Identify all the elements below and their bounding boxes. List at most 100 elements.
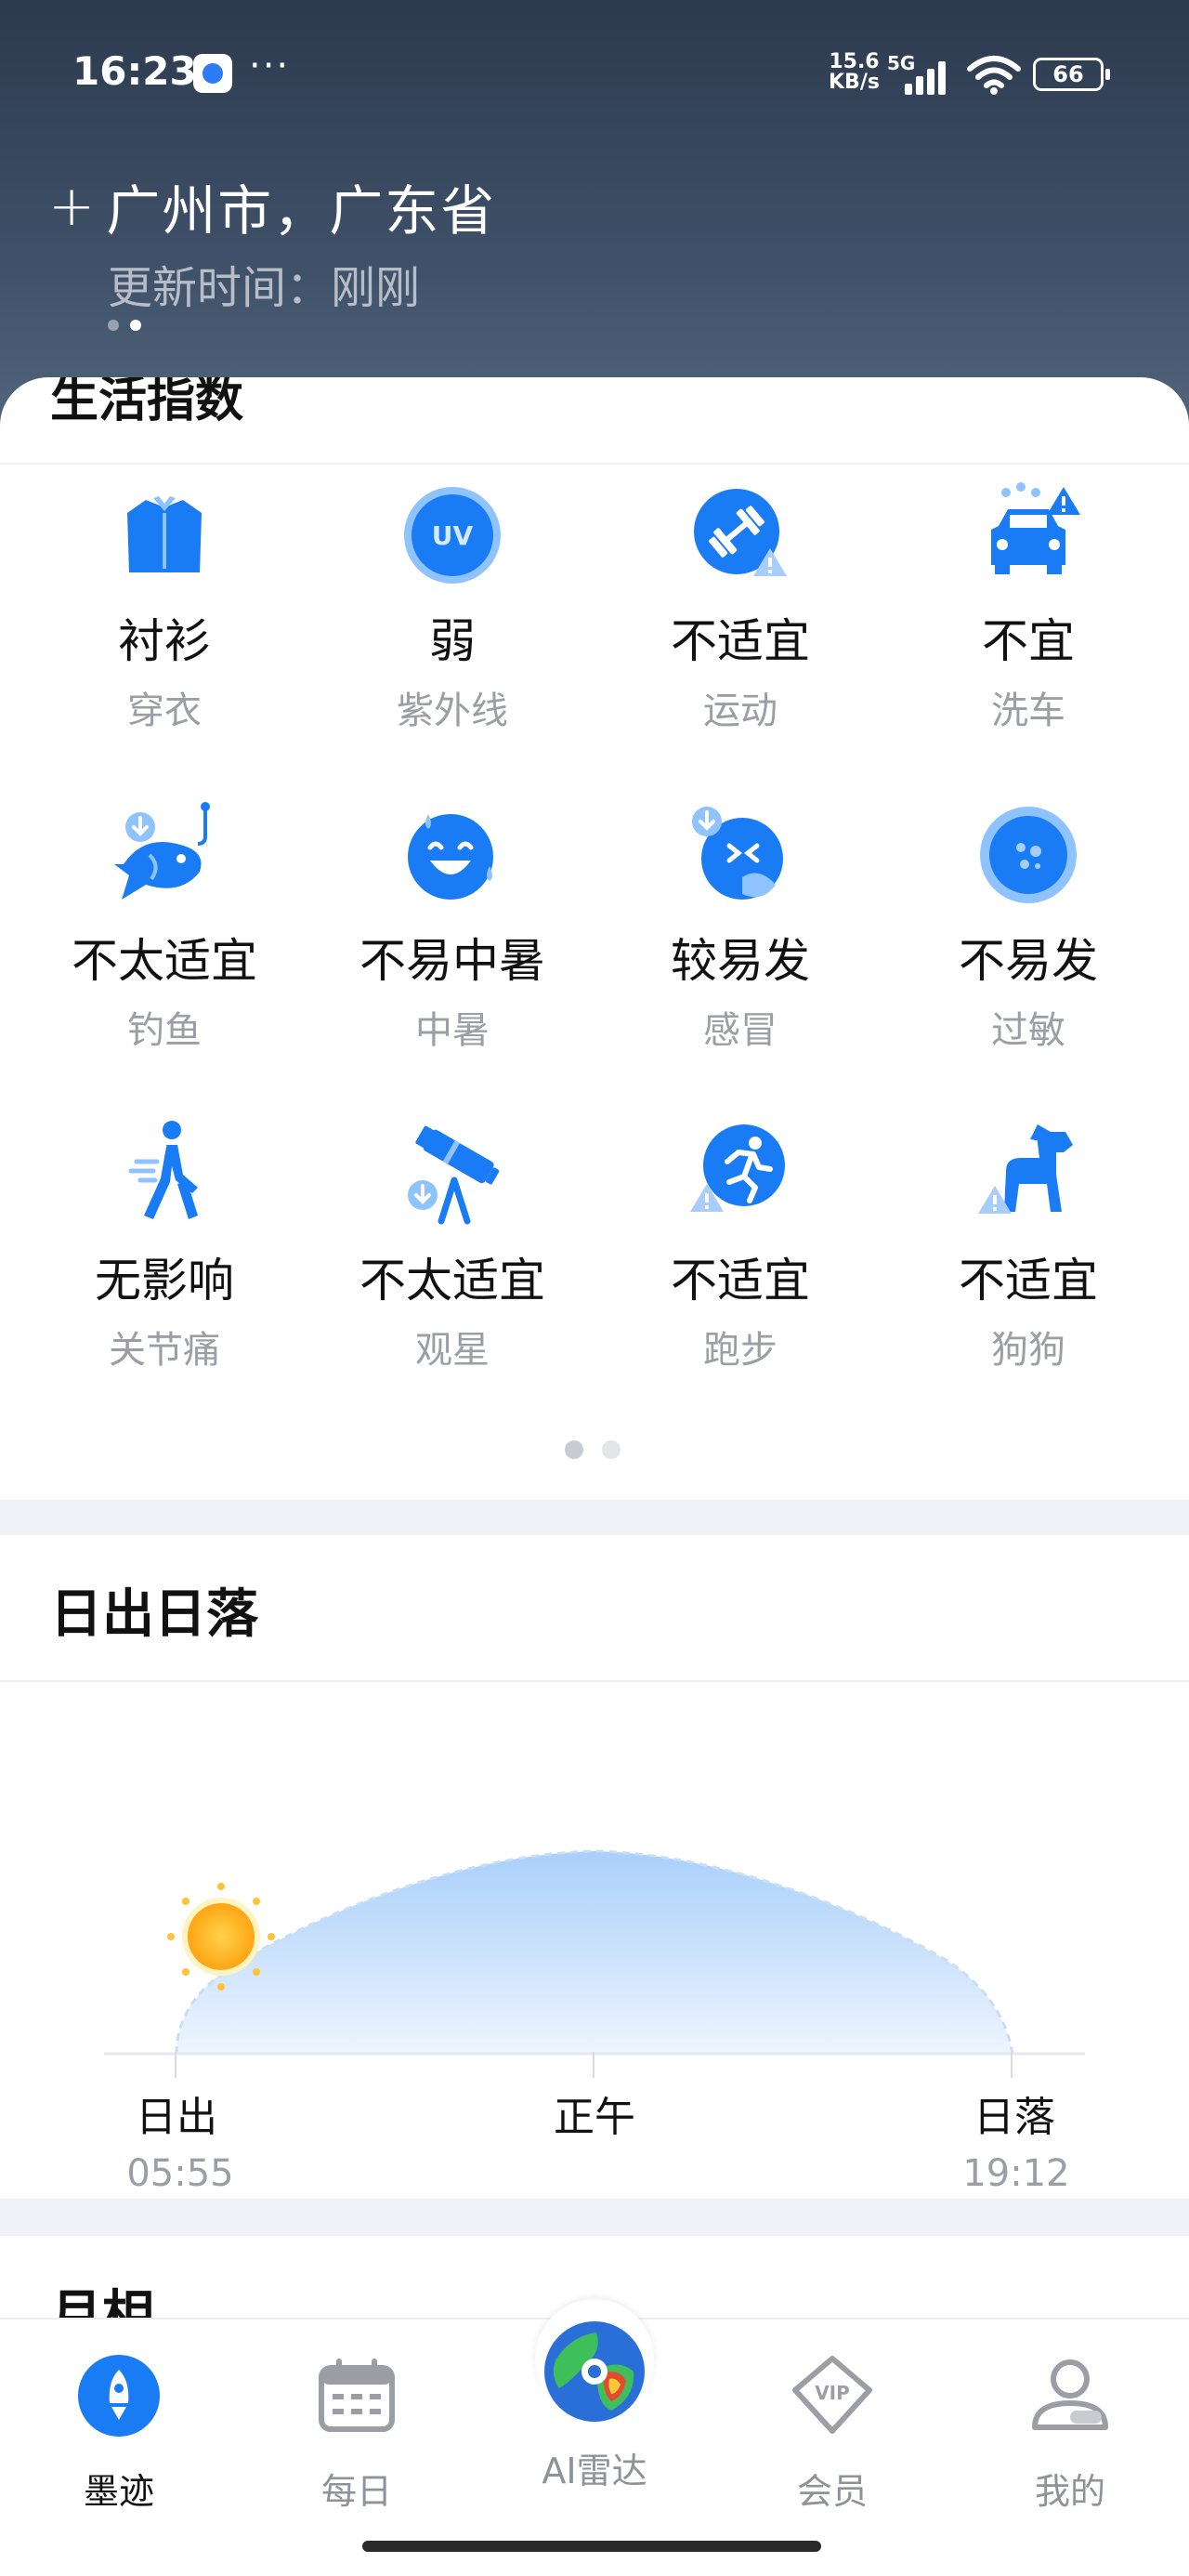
allergy-icon [980, 807, 1077, 903]
life-index-item[interactable]: 不适宜 运动 [596, 480, 884, 786]
shirt-icon [127, 496, 202, 572]
life-index-value: 不适宜 [671, 614, 810, 668]
life-index-value: 不易中暑 [359, 934, 545, 988]
home-indicator[interactable] [362, 2541, 821, 2552]
update-time: 更新时间：刚刚 [108, 262, 421, 314]
life-index-value: 不宜 [982, 614, 1075, 668]
divider [0, 463, 1189, 465]
life-index-item[interactable]: 较易发 感冒 [596, 799, 884, 1106]
rocket-icon [78, 2355, 160, 2437]
radar-globe-icon [539, 2316, 650, 2427]
life-index-label: 洗车 [991, 690, 1065, 732]
vip-icon-text: VIP [815, 2382, 850, 2404]
life-index-item[interactable]: 不太适宜 观星 [308, 1119, 596, 1426]
life-index-label: 狗狗 [991, 1329, 1065, 1372]
uv-icon: UV [404, 487, 501, 584]
fish-icon [114, 802, 210, 900]
life-index-value: 较易发 [671, 934, 810, 988]
nav-label-vip: 会员 [796, 2471, 868, 2512]
telescope-icon [408, 1125, 500, 1225]
bottom-navigation: 墨迹 每日 AI雷达 VIP 会员 我的 [0, 2299, 1189, 2576]
nav-item-vip[interactable]: VIP 会员 [739, 2353, 925, 2514]
life-index-value: 无影响 [95, 1254, 234, 1308]
nav-label-daily: 每日 [320, 2471, 392, 2512]
noon-label: 正午 [554, 2094, 635, 2141]
status-bar: 16:23 ··· 15.6 KB/s 5G 66 [0, 0, 1189, 149]
life-index-card: 生活指数 衬衫 穿衣 UV 弱 紫外线 不适宜 运动 不宜 洗车 不太适宜 钓鱼… [0, 377, 1189, 1500]
running-icon [690, 1124, 785, 1212]
horizon-ticks [0, 2052, 1189, 2078]
more-notifications-icon: ··· [249, 45, 291, 87]
sunrise-sunset-title: 日出日落 [50, 1584, 258, 1645]
signal-icon [903, 58, 953, 95]
sunset-time: 19:12 [962, 2152, 1070, 2195]
life-index-label: 紫外线 [397, 690, 508, 732]
life-index-label: 关节痛 [109, 1329, 220, 1372]
life-index-label: 感冒 [703, 1009, 777, 1052]
network-speed-value: 15.6 [829, 50, 880, 73]
calendar-icon [319, 2359, 395, 2432]
daylight-arc [175, 1849, 1014, 2056]
nav-label-profile: 我的 [1034, 2471, 1105, 2512]
life-index-label: 中暑 [415, 1009, 490, 1052]
life-index-item[interactable]: 不太适宜 钓鱼 [20, 799, 308, 1106]
life-index-value: 不适宜 [671, 1254, 810, 1308]
life-index-item[interactable]: 不宜 洗车 [884, 480, 1172, 786]
wifi-icon [967, 56, 1021, 95]
life-index-item[interactable]: 衬衫 穿衣 [20, 480, 308, 786]
life-index-item[interactable]: UV 弱 紫外线 [308, 480, 596, 786]
network-speed-unit: KB/s [829, 71, 880, 94]
sunrise-sunset-card: 日出日落 日出 05:55 正午 日落 19:12 [0, 1535, 1189, 2199]
status-time: 16:23 [72, 48, 197, 94]
network-speed: 15.6 KB/s [829, 52, 880, 93]
life-index-title: 生活指数 [50, 377, 244, 428]
dog-icon [978, 1124, 1073, 1214]
life-index-value: 不易发 [959, 934, 1098, 988]
dumbbell-icon [694, 489, 787, 576]
vip-diamond-icon: VIP [792, 2356, 872, 2434]
nav-item-profile[interactable]: 我的 [977, 2353, 1163, 2514]
city-page-dot-active [130, 320, 141, 331]
cold-face-icon [692, 807, 783, 900]
car-wash-icon [991, 482, 1080, 574]
page-dot-active [565, 1440, 583, 1459]
life-index-label: 运动 [703, 690, 777, 732]
life-index-item[interactable]: 不易发 过敏 [884, 799, 1172, 1106]
sun-arc-chart [104, 1849, 1085, 2056]
life-index-value: 弱 [429, 614, 476, 668]
app-notification-icon [193, 54, 232, 93]
nav-item-ai-radar[interactable]: AI雷达 [502, 2316, 687, 2493]
nav-label-ai-radar: AI雷达 [542, 2451, 647, 2491]
life-index-value: 不太适宜 [359, 1254, 545, 1308]
add-city-icon[interactable]: + [48, 178, 95, 234]
sun-icon [167, 1883, 275, 1991]
uv-icon-text: UV [432, 520, 474, 551]
life-index-value: 不太适宜 [72, 934, 257, 988]
life-index-label: 过敏 [991, 1009, 1065, 1052]
life-index-label: 穿衣 [127, 690, 202, 732]
life-index-label: 钓鱼 [127, 1009, 202, 1052]
life-index-item[interactable]: 不易中暑 中暑 [308, 799, 596, 1106]
walking-person-icon [128, 1121, 198, 1219]
battery-icon: 66 [1033, 58, 1110, 91]
profile-icon [1032, 2359, 1108, 2430]
location-header[interactable]: + 广州市，广东省 [48, 167, 496, 245]
life-index-item[interactable]: 不适宜 狗狗 [884, 1119, 1172, 1426]
sunset-label: 日落 [973, 2094, 1055, 2141]
sunrise-time: 05:55 [126, 2152, 234, 2195]
life-index-value: 衬衫 [118, 614, 211, 668]
nav-item-daily[interactable]: 每日 [264, 2353, 450, 2514]
life-index-item[interactable]: 不适宜 跑步 [596, 1119, 884, 1426]
heatstroke-face-icon [408, 814, 493, 900]
sunrise-label: 日出 [136, 2094, 217, 2141]
life-index-label: 跑步 [703, 1329, 777, 1372]
life-index-item[interactable]: 无影响 关节痛 [20, 1119, 308, 1426]
life-index-page-indicator [565, 1440, 621, 1459]
life-index-value: 不适宜 [959, 1254, 1098, 1308]
life-index-label: 观星 [415, 1329, 490, 1372]
nav-label-home: 墨迹 [83, 2471, 154, 2512]
city-page-indicator [108, 320, 141, 331]
page-dot [602, 1440, 621, 1459]
city-name: 广州市，广东省 [106, 179, 497, 243]
nav-item-home[interactable]: 墨迹 [26, 2353, 212, 2514]
